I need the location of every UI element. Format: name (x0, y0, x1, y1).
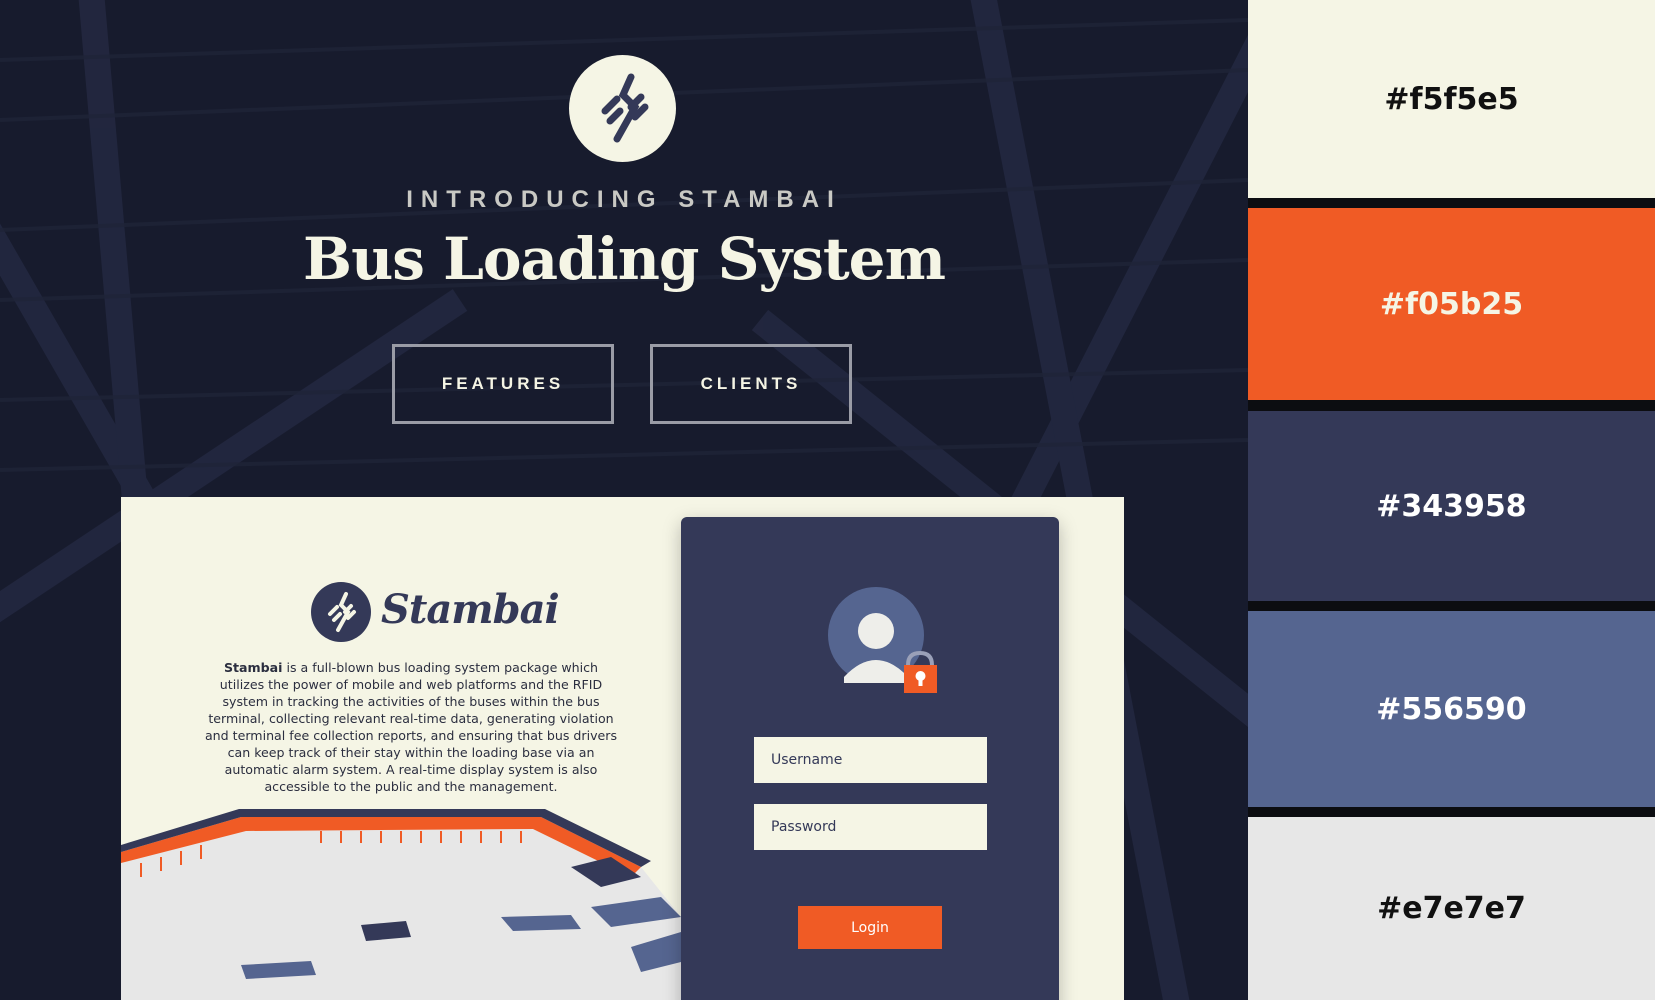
product-description: Stambai is a full-blown bus loading syst… (201, 659, 621, 795)
hero-section: INTRODUCING STAMBAI Bus Loading System F… (0, 0, 1248, 1000)
clients-button[interactable]: CLIENTS (650, 344, 852, 424)
swatch-slate-blue: #556590 (1248, 611, 1655, 807)
password-field[interactable] (754, 804, 987, 850)
login-card: Login (681, 517, 1059, 1000)
terminal-illustration (121, 809, 681, 1000)
color-palette: #f5f5e5 #f05b25 #343958 #556590 #e7e7e7 (1248, 0, 1655, 1000)
brand-lockup: Stambai (311, 582, 560, 642)
page-title: Bus Loading System (303, 225, 946, 293)
brand-logo-icon (311, 582, 371, 642)
description-brand: Stambai (223, 660, 283, 675)
description-body: is a full-blown bus loading system packa… (204, 660, 618, 794)
app-mockup: Stambai Stambai is a full-blown bus load… (121, 497, 1124, 1000)
eyebrow-text: INTRODUCING STAMBAI (406, 186, 842, 213)
user-lock-icon (828, 587, 937, 693)
features-button[interactable]: FEATURES (392, 344, 614, 424)
swatch-orange: #f05b25 (1248, 208, 1655, 400)
swatch-light-gray: #e7e7e7 (1248, 817, 1655, 1000)
stambai-logo (569, 55, 676, 162)
login-button[interactable]: Login (798, 906, 942, 949)
username-field[interactable] (754, 737, 987, 783)
swatch-cream: #f5f5e5 (1248, 0, 1655, 198)
brand-wordmark: Stambai (381, 586, 560, 633)
stambai-logo-icon (601, 73, 649, 143)
swatch-navy: #343958 (1248, 411, 1655, 601)
